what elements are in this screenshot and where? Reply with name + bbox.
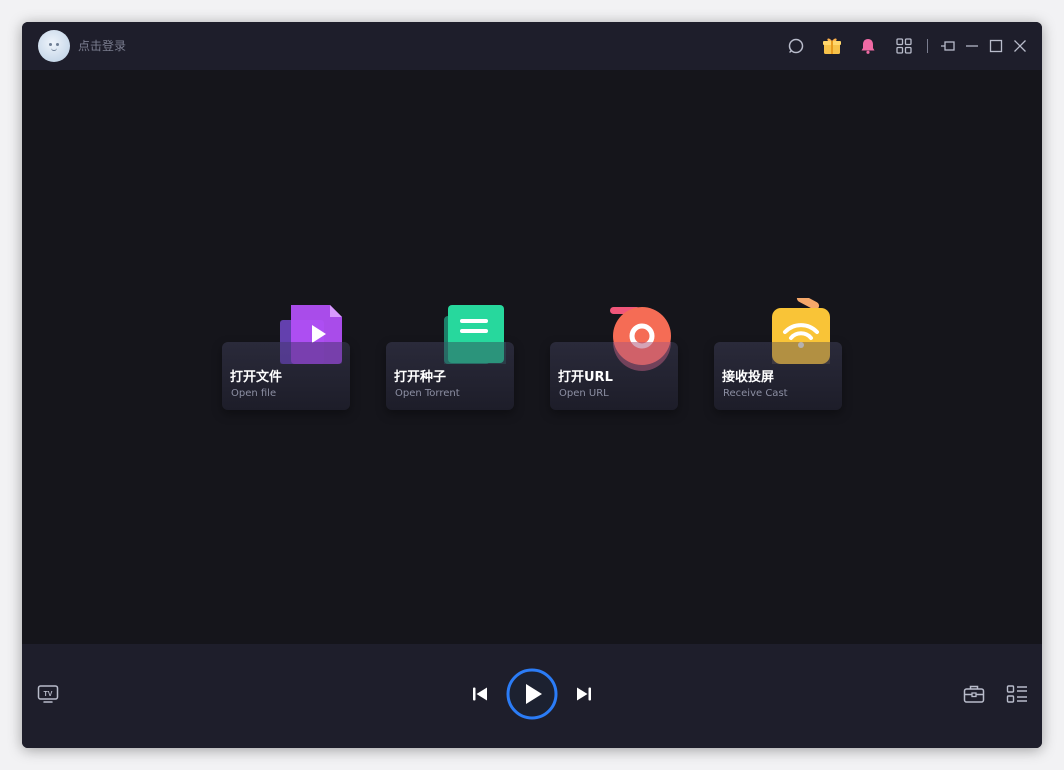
main-content: 打开文件 Open file 打开种子 Open Torrent 打开URL O… — [22, 70, 1042, 644]
file-play-icon — [280, 305, 342, 364]
maximize-icon[interactable] — [986, 36, 1006, 56]
previous-icon[interactable] — [468, 682, 492, 706]
avatar-eye-left — [49, 43, 52, 46]
avatar-mouth — [51, 47, 57, 51]
open-file-subtitle: Open file — [231, 388, 277, 399]
open-url-title: 打开URL — [558, 370, 613, 385]
tv-icon[interactable]: TV — [36, 682, 60, 706]
receive-cast-title: 接收投屏 — [722, 370, 775, 385]
open-file-title: 打开文件 — [230, 370, 283, 385]
notification-bell-icon[interactable] — [858, 36, 878, 56]
open-url-subtitle: Open URL — [559, 388, 609, 399]
titlebar-divider — [927, 39, 928, 53]
avatar-eye-right — [56, 43, 59, 46]
avatar[interactable] — [38, 30, 70, 62]
open-torrent-title: 打开种子 — [394, 370, 447, 385]
playlist-icon[interactable] — [1005, 682, 1029, 706]
receive-cast-subtitle: Receive Cast — [723, 388, 788, 399]
search-icon[interactable] — [786, 36, 806, 56]
open-torrent-subtitle: Open Torrent — [395, 388, 460, 399]
apps-grid-icon[interactable] — [894, 36, 914, 56]
pin-icon[interactable] — [938, 36, 958, 56]
next-icon[interactable] — [572, 682, 596, 706]
toolbox-icon[interactable] — [962, 682, 986, 706]
cast-wifi-icon — [772, 298, 830, 364]
minimize-icon[interactable] — [962, 36, 982, 56]
torrent-doc-icon — [444, 305, 506, 364]
play-icon[interactable] — [506, 668, 558, 720]
url-link-icon — [610, 307, 671, 371]
login-link[interactable]: 点击登录 — [78, 38, 126, 54]
title-bar: 点击登录 — [22, 22, 1042, 70]
player-bar: TV — [22, 644, 1042, 748]
close-icon[interactable] — [1010, 36, 1030, 56]
gift-icon[interactable] — [822, 36, 842, 56]
svg-text:TV: TV — [44, 691, 53, 698]
app-window: 点击登录 打开文件 Open file 打开种子 Open Torrent 打开… — [22, 22, 1042, 748]
